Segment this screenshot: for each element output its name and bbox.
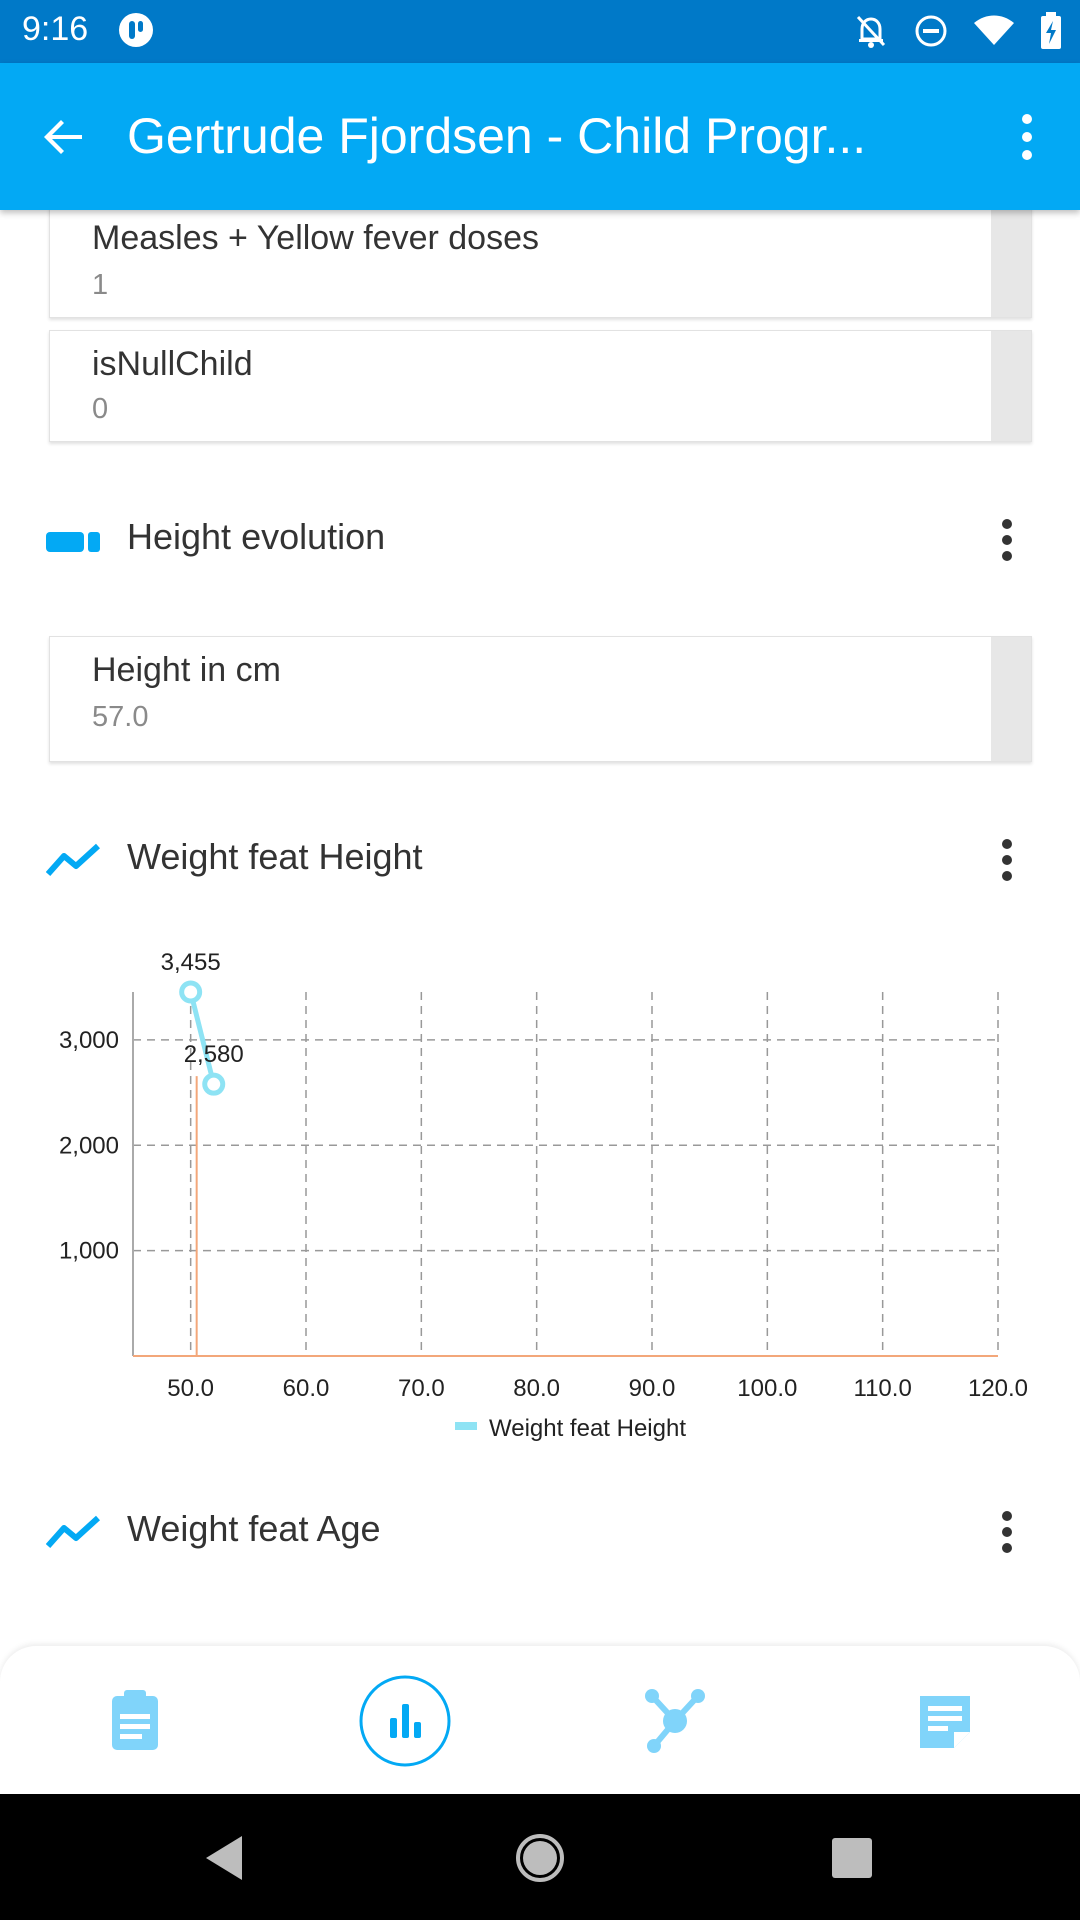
battery-charging-icon [1040, 12, 1062, 50]
notifications-off-icon [854, 13, 888, 49]
system-recents-icon[interactable] [824, 1830, 880, 1886]
nav-form-button[interactable] [88, 1674, 182, 1768]
system-back-icon[interactable] [198, 1830, 254, 1886]
indicator-value: 57.0 [92, 701, 149, 733]
section-menu-icon[interactable] [994, 1508, 1020, 1556]
indicator-label: isNullChild [92, 345, 253, 383]
card-side-strip [991, 210, 1031, 317]
overflow-menu-icon[interactable] [1010, 109, 1044, 165]
back-arrow-icon[interactable] [38, 111, 90, 163]
card-side-strip [991, 331, 1031, 441]
line-chart-icon [45, 1514, 101, 1555]
nav-notes-button[interactable] [898, 1674, 992, 1768]
app-toolbar: Gertrude Fjordsen - Child Progr... [0, 63, 1080, 210]
indicator-card-height[interactable]: Height in cm 57.0 [49, 636, 1032, 762]
card-side-strip [991, 637, 1031, 761]
clipboard-icon [112, 1690, 158, 1750]
page-title: Gertrude Fjordsen - Child Progr... [127, 108, 867, 164]
nav-charts-button[interactable] [358, 1674, 452, 1768]
x-tick-label: 110.0 [854, 1375, 912, 1402]
section-title: Height evolution [127, 516, 386, 557]
notes-icon [920, 1696, 970, 1748]
data-point [202, 1072, 226, 1096]
x-tick-label: 100.0 [737, 1375, 797, 1402]
x-tick-label: 50.0 [167, 1375, 214, 1402]
data-point [179, 980, 203, 1004]
nav-relationships-button[interactable] [628, 1674, 722, 1768]
wifi-icon [974, 15, 1014, 47]
indicator-label: Height in cm [92, 651, 281, 689]
indicator-card-measles[interactable]: Measles + Yellow fever doses 1 [49, 210, 1032, 318]
section-weight-feat-height: Weight feat Height [0, 820, 1080, 900]
do-not-disturb-icon [914, 14, 948, 48]
progress-bar-icon [46, 530, 100, 559]
y-tick-label: 2,000 [59, 1132, 119, 1159]
legend-label: Weight feat Height [489, 1415, 686, 1442]
x-tick-label: 120.0 [968, 1375, 1028, 1402]
data-label: 2,580 [184, 1041, 244, 1068]
y-tick-label: 3,000 [59, 1027, 119, 1054]
x-tick-label: 80.0 [513, 1375, 560, 1402]
indicator-value: 1 [92, 269, 109, 301]
x-tick-label: 70.0 [398, 1375, 445, 1402]
section-height-evolution: Height evolution [0, 500, 1080, 580]
data-label: 3,455 [161, 949, 221, 976]
status-bar: 9:16 [0, 0, 1080, 63]
section-weight-feat-age: Weight feat Age [0, 1492, 1080, 1572]
system-home-icon[interactable] [512, 1830, 568, 1886]
series-line [188, 991, 217, 1085]
status-time: 9:16 [22, 10, 89, 48]
bottom-navigation [0, 1646, 1080, 1794]
bar-chart-icon [359, 1675, 451, 1767]
y-tick-label: 1,000 [59, 1238, 119, 1265]
dashboard-content[interactable]: Measles + Yellow fever doses 1 isNullChi… [0, 210, 1080, 1646]
line-chart-icon [45, 842, 101, 883]
section-title: Weight feat Age [127, 1508, 381, 1549]
indicator-label: Measles + Yellow fever doses [92, 219, 539, 257]
indicator-card-isnullchild[interactable]: isNullChild 0 [49, 330, 1032, 442]
indicator-value: 0 [92, 393, 109, 425]
x-tick-label: 90.0 [629, 1375, 676, 1402]
legend-swatch [455, 1422, 477, 1430]
section-menu-icon[interactable] [994, 516, 1020, 564]
x-tick-label: 60.0 [283, 1375, 330, 1402]
system-navigation-bar [0, 1794, 1080, 1920]
section-title: Weight feat Height [127, 836, 423, 877]
network-icon [645, 1689, 705, 1753]
app-notification-icon [118, 12, 154, 48]
section-menu-icon[interactable] [994, 836, 1020, 884]
